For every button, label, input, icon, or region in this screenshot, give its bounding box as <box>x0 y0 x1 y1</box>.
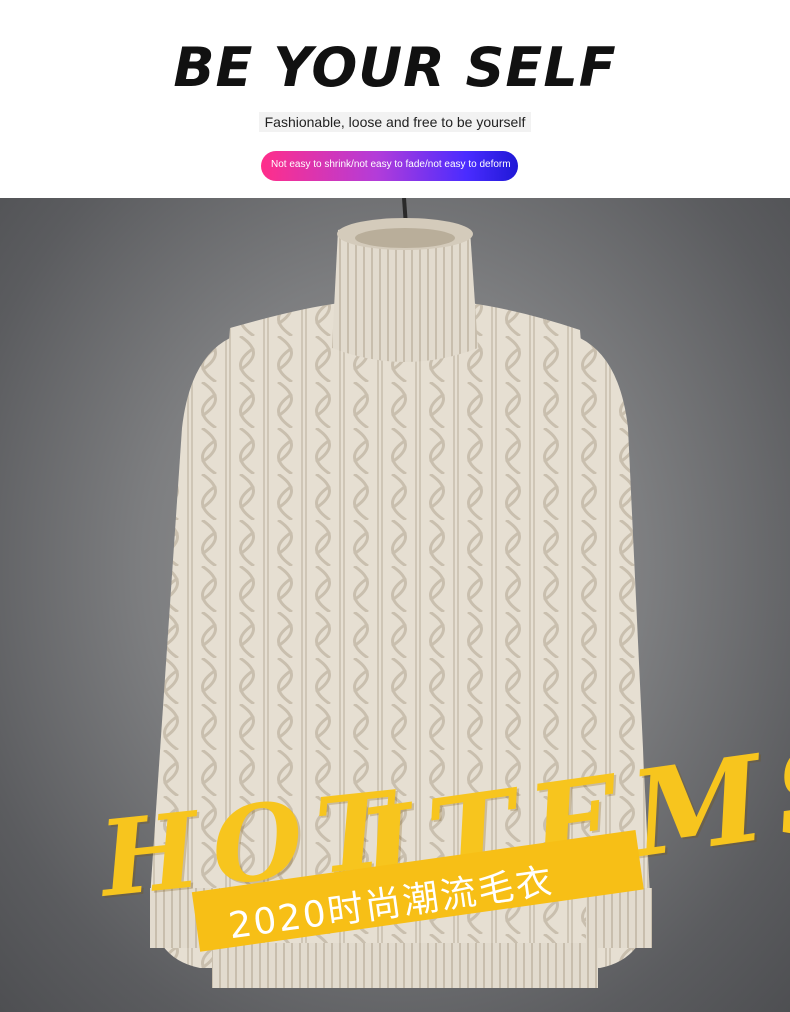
product-hero: HOT ITEMS 2020时尚潮流毛衣 <box>0 198 790 1012</box>
page-title: BE YOUR SELF <box>173 36 645 99</box>
header-section: BE YOUR SELF Fashionable, loose and free… <box>0 0 790 198</box>
subtitle-wrapper: Fashionable, loose and free to be yourse… <box>0 112 790 132</box>
feature-pill-text: Not easy to shrink/not easy to fade/not … <box>271 159 511 170</box>
feature-pill: Not easy to shrink/not easy to fade/not … <box>261 151 518 181</box>
title-wrapper: BE YOUR SELF <box>0 38 790 98</box>
subtitle: Fashionable, loose and free to be yourse… <box>258 112 532 132</box>
page-title-text: BE YOUR SELF <box>173 36 617 99</box>
